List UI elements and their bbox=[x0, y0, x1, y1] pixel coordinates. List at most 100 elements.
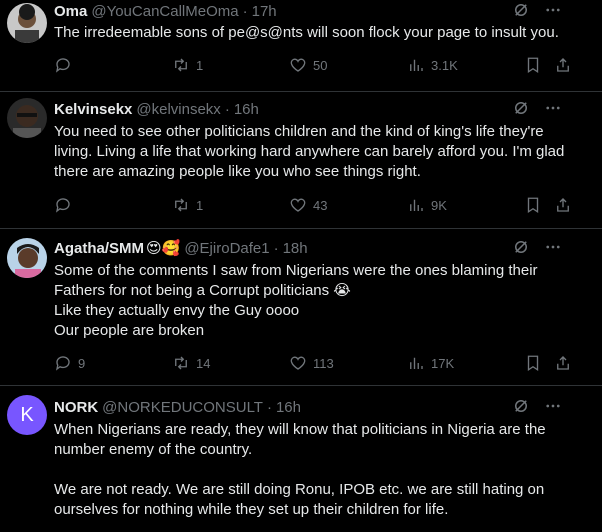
more-icon[interactable] bbox=[544, 397, 562, 415]
tweet-kelvinsekx[interactable]: Kelvinsekx @kelvinsekx · 16h You need to… bbox=[0, 91, 602, 229]
separator: · bbox=[242, 2, 248, 20]
bookmark-button[interactable] bbox=[524, 55, 542, 75]
timestamp[interactable]: 17h bbox=[252, 3, 277, 20]
display-name[interactable]: Oma bbox=[54, 3, 87, 20]
views-button[interactable]: 9K bbox=[407, 195, 447, 215]
timestamp[interactable]: 16h bbox=[234, 101, 259, 118]
reply-icon bbox=[54, 56, 72, 74]
retweet-count: 14 bbox=[196, 355, 211, 371]
tweet-line: You need to see other politicians childr… bbox=[54, 123, 565, 180]
tweet-text: When Nigerians are ready, they will know… bbox=[54, 420, 582, 520]
views-icon bbox=[407, 56, 425, 74]
timestamp[interactable]: 16h bbox=[276, 399, 301, 416]
tweet-text: Some of the comments I saw from Nigerian… bbox=[54, 261, 582, 341]
tweet-text: You need to see other politicians childr… bbox=[54, 122, 582, 182]
share-button[interactable] bbox=[554, 195, 572, 215]
action-bar: 1 43 9K bbox=[54, 195, 574, 215]
bookmark-icon bbox=[524, 196, 542, 214]
user-handle[interactable]: @YouCanCallMeOma bbox=[91, 3, 238, 20]
like-count: 113 bbox=[313, 355, 334, 371]
tweet-line: Like they actually envy the Guy oooo bbox=[54, 302, 300, 319]
grok-icon[interactable] bbox=[512, 397, 530, 415]
tweet-header: Kelvinsekx @kelvinsekx · 16h bbox=[54, 99, 592, 119]
view-count: 9K bbox=[431, 197, 447, 213]
retweet-button[interactable]: 1 bbox=[172, 55, 203, 75]
user-handle[interactable]: @EjiroDafe1 bbox=[184, 240, 269, 257]
bookmark-button[interactable] bbox=[524, 353, 542, 373]
like-icon bbox=[289, 196, 307, 214]
tweet-header: NORK @NORKEDUCONSULT · 16h bbox=[54, 397, 592, 417]
retweet-button[interactable]: 14 bbox=[172, 353, 210, 373]
reply-icon bbox=[54, 196, 72, 214]
display-name[interactable]: Kelvinsekx bbox=[54, 101, 132, 118]
more-icon[interactable] bbox=[544, 1, 562, 19]
separator: · bbox=[224, 100, 230, 118]
share-icon bbox=[554, 196, 572, 214]
views-button[interactable]: 3.1K bbox=[407, 55, 458, 75]
name-emoji: 😍🥰 bbox=[146, 240, 181, 257]
retweet-icon bbox=[172, 196, 190, 214]
action-bar: 9 14 113 17K bbox=[54, 353, 574, 373]
share-button[interactable] bbox=[554, 353, 572, 373]
like-count: 43 bbox=[313, 197, 328, 213]
tweet-header: Oma @YouCanCallMeOma · 17h bbox=[54, 1, 592, 21]
reply-button[interactable]: 9 bbox=[54, 353, 85, 373]
views-button[interactable]: 17K bbox=[407, 353, 454, 373]
like-icon bbox=[289, 354, 307, 372]
reply-feed: Oma @YouCanCallMeOma · 17h The irredeema… bbox=[0, 0, 602, 532]
tweet-line: We are not ready. We are still doing Ron… bbox=[54, 481, 545, 518]
tweet-header: Agatha/SMM 😍🥰 @EjiroDafe1 · 18h bbox=[54, 238, 592, 258]
share-icon bbox=[554, 56, 572, 74]
tweet-agatha[interactable]: Agatha/SMM 😍🥰 @EjiroDafe1 · 18h Some of … bbox=[0, 228, 602, 386]
reply-count: 9 bbox=[78, 355, 86, 371]
retweet-count: 1 bbox=[196, 57, 204, 73]
view-count: 3.1K bbox=[431, 57, 458, 73]
tweet-line: When Nigerians are ready, they will know… bbox=[54, 421, 546, 458]
separator: · bbox=[273, 239, 279, 257]
grok-icon[interactable] bbox=[512, 238, 530, 256]
more-icon[interactable] bbox=[544, 238, 562, 256]
views-icon bbox=[407, 196, 425, 214]
share-button[interactable] bbox=[554, 55, 572, 75]
retweet-icon bbox=[172, 354, 190, 372]
avatar[interactable]: K bbox=[7, 395, 47, 435]
share-icon bbox=[554, 354, 572, 372]
like-button[interactable]: 50 bbox=[289, 55, 327, 75]
grok-icon[interactable] bbox=[512, 1, 530, 19]
bookmark-icon bbox=[524, 56, 542, 74]
tweet-nork[interactable]: K NORK @NORKEDUCONSULT · 16h When Nigeri… bbox=[0, 385, 602, 532]
grok-icon[interactable] bbox=[512, 99, 530, 117]
separator: · bbox=[266, 398, 272, 416]
like-button[interactable]: 113 bbox=[289, 353, 334, 373]
reply-button[interactable] bbox=[54, 55, 78, 75]
display-name[interactable]: Agatha/SMM bbox=[54, 240, 144, 257]
like-count: 50 bbox=[313, 57, 328, 73]
timestamp[interactable]: 18h bbox=[283, 240, 308, 257]
view-count: 17K bbox=[431, 355, 455, 371]
display-name[interactable]: NORK bbox=[54, 399, 98, 416]
views-icon bbox=[407, 354, 425, 372]
reply-icon bbox=[54, 354, 72, 372]
retweet-count: 1 bbox=[196, 197, 204, 213]
like-icon bbox=[289, 56, 307, 74]
bookmark-button[interactable] bbox=[524, 195, 542, 215]
reply-button[interactable] bbox=[54, 195, 78, 215]
avatar[interactable] bbox=[7, 3, 47, 43]
tweet-line: Our people are broken bbox=[54, 322, 205, 339]
user-handle[interactable]: @NORKEDUCONSULT bbox=[102, 399, 263, 416]
paragraph-break bbox=[54, 460, 582, 480]
avatar[interactable] bbox=[7, 98, 47, 138]
avatar-letter: K bbox=[20, 403, 34, 426]
user-handle[interactable]: @kelvinsekx bbox=[136, 101, 220, 118]
tweet-oma[interactable]: Oma @YouCanCallMeOma · 17h The irredeema… bbox=[0, 0, 602, 92]
tweet-text: The irredeemable sons of pe@s@nts will s… bbox=[54, 23, 582, 43]
more-icon[interactable] bbox=[544, 99, 562, 117]
retweet-button[interactable]: 1 bbox=[172, 195, 203, 215]
tweet-line: Some of the comments I saw from Nigerian… bbox=[54, 262, 538, 299]
bookmark-icon bbox=[524, 354, 542, 372]
retweet-icon bbox=[172, 56, 190, 74]
like-button[interactable]: 43 bbox=[289, 195, 327, 215]
action-bar: 1 50 3.1K bbox=[54, 55, 574, 75]
tweet-line: The irredeemable sons of pe@s@nts will s… bbox=[54, 24, 559, 41]
avatar[interactable] bbox=[7, 238, 47, 278]
